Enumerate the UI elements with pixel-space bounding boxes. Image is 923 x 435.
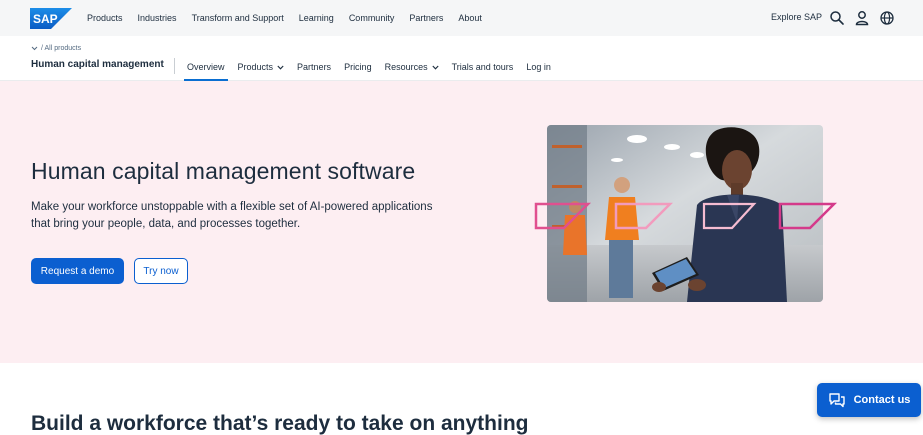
nav-community[interactable]: Community [349,13,395,23]
chevron-down-icon [277,65,284,70]
product-subnav: / All products Human capital management … [0,36,923,81]
chevron-down-icon [432,65,439,70]
contact-us-button[interactable]: Contact us [817,383,921,417]
subnav-partners-label: Partners [297,62,332,72]
hero-description: Make your workforce unstoppable with a f… [31,201,433,230]
nav-about[interactable]: About [458,13,482,23]
hero-title: Human capital management software [31,158,416,184]
try-now-button[interactable]: Try now [134,258,188,284]
user-icon[interactable] [854,10,870,26]
subnav-log-in-label: Log in [526,62,551,72]
decorative-parallelograms [534,202,838,230]
subnav-resources-label: Resources [384,62,428,72]
section-heading: Build a workforce that’s ready to take o… [31,412,529,435]
nav-transform-and-support[interactable]: Transform and Support [192,13,284,23]
subnav-pricing-label: Pricing [344,62,372,72]
logo-text: SAP [33,12,58,26]
subnav-log-in[interactable]: Log in [526,56,551,78]
nav-learning[interactable]: Learning [299,13,334,23]
breadcrumb[interactable]: / All products [31,45,81,52]
section-title[interactable]: Human capital management [31,59,164,70]
main-nav: Products Industries Transform and Suppor… [87,0,497,36]
subnav-products-label: Products [237,62,274,72]
subnav-trials-label: Trials and tours [451,62,514,72]
contact-us-label: Contact us [853,394,911,406]
hero-section: Human capital management software Make y… [0,81,923,363]
nav-partners[interactable]: Partners [409,13,443,23]
divider [174,58,175,74]
subnav-partners[interactable]: Partners [297,56,331,78]
subnav-trials-and-tours[interactable]: Trials and tours [452,56,514,78]
globe-icon[interactable] [879,10,895,26]
subnav-products[interactable]: Products [238,56,285,78]
search-icon[interactable] [829,10,845,26]
subnav-resources[interactable]: Resources [385,56,439,78]
global-header: SAP Products Industries Transform and Su… [0,0,923,36]
sap-logo[interactable]: SAP [30,8,72,29]
subnav-overview-label: Overview [187,62,225,72]
chevron-down-icon [31,46,38,51]
nav-products[interactable]: Products [87,13,123,23]
subnav-items: Overview Products Partners Pricing Resou… [184,56,564,81]
request-demo-button[interactable]: Request a demo [31,258,124,284]
subnav-pricing[interactable]: Pricing [344,56,372,78]
subnav-overview[interactable]: Overview [184,56,227,81]
breadcrumb-all-products[interactable]: / All products [41,45,81,52]
chat-icon [828,393,845,408]
explore-sap-link[interactable]: Explore SAP [771,12,822,22]
nav-industries[interactable]: Industries [138,13,177,23]
